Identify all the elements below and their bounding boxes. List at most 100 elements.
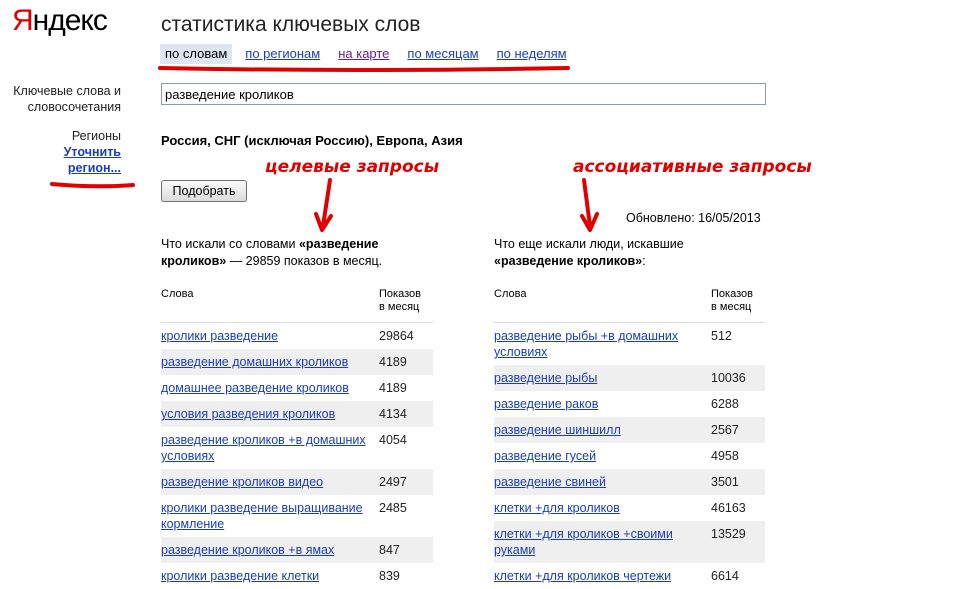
left-title-suffix: — 29859 показов в месяц. (226, 254, 383, 268)
keyword-link[interactable]: разведение кроликов +в ямах (161, 543, 334, 557)
arrow-down-icon (580, 178, 599, 232)
column-header-shows-line1: Показов (711, 288, 753, 300)
shows-count: 46163 (711, 501, 746, 515)
keyword-link[interactable]: домашнее разведение кроликов (161, 381, 349, 395)
keyword-link[interactable]: разведение шиншилл (494, 423, 621, 437)
keyword-link[interactable]: клетки +для кроликов (494, 501, 620, 515)
table-row: разведение домашних кроликов 4189 (161, 349, 433, 375)
shows-count: 6288 (711, 397, 739, 411)
keyword-link[interactable]: клетки +для кроликов +своими руками (494, 527, 673, 557)
keywords-label-line2: словосочетания (27, 100, 121, 114)
table-row: условия разведения кроликов 4134 (161, 401, 433, 427)
selected-regions: Россия, СНГ (исключая Россию), Европа, А… (161, 133, 463, 148)
keywords-label: Ключевые слова и словосочетания (0, 83, 121, 115)
tabs-underline-mark (158, 66, 570, 72)
keyword-link[interactable]: разведение свиней (494, 475, 606, 489)
keyword-link[interactable]: разведение кроликов +в домашних условиях (161, 433, 366, 463)
shows-count: 3501 (711, 469, 765, 495)
logo-letter-ya: Я (12, 4, 34, 37)
column-header-shows-line2: в месяц (379, 301, 420, 313)
table-row: разведение кроликов видео 2497 (161, 469, 433, 495)
shows-count: 13529 (711, 521, 765, 563)
table-row: разведение кроликов +в домашних условиях… (161, 427, 433, 469)
right-title-suffix: : (642, 254, 646, 268)
tab-by-regions[interactable]: по регионам (240, 44, 325, 64)
shows-count: 512 (711, 329, 732, 343)
shows-count: 29864 (379, 329, 414, 343)
updated-date: Обновлено: 16/05/2013 (626, 211, 761, 225)
table-row: разведение рыбы +в домашних условиях 512 (494, 323, 765, 366)
tab-by-weeks[interactable]: по неделям (492, 44, 572, 64)
column-header-shows: Показов в месяц (711, 288, 765, 323)
submit-button[interactable]: Подобрать (161, 180, 247, 202)
right-title-query: «разведение кроликов» (494, 254, 643, 268)
shows-count: 4189 (379, 349, 433, 375)
shows-count: 839 (379, 569, 400, 583)
shows-count: 4189 (379, 381, 407, 395)
table-row: клетки +для кроликов 46163 (494, 495, 765, 521)
shows-count: 4958 (711, 449, 739, 463)
regions-label: Регионы (71, 129, 121, 143)
table-header: Слова Показов в месяц (494, 288, 765, 323)
shows-count: 10036 (711, 365, 765, 391)
keyword-link[interactable]: условия разведения кроликов (161, 407, 335, 421)
table-row: кролики разведение выращивание кормление… (161, 495, 433, 537)
left-keywords-table: Слова Показов в месяц кролики разведение 2… (161, 288, 433, 589)
table-row: кролики разведение 29864 (161, 323, 433, 350)
shows-count: 2497 (379, 469, 433, 495)
left-title-prefix: Что искали со словами (161, 237, 299, 251)
right-keywords-table: Слова Показов в месяц разведение рыбы +в … (494, 288, 765, 589)
keyword-link[interactable]: разведение кроликов видео (161, 475, 323, 489)
column-header-shows-line2: в месяц (711, 301, 752, 313)
table-row: разведение шиншилл 2567 (494, 417, 765, 443)
keyword-link[interactable]: разведение домашних кроликов (161, 355, 348, 369)
tab-bar: по словам по регионам на карте по месяца… (160, 44, 580, 64)
refine-region-link-line2[interactable]: регион... (0, 160, 121, 176)
tab-by-months[interactable]: по месяцам (402, 44, 483, 64)
column-header-shows: Показов в месяц (379, 288, 433, 323)
table-row: разведение свиней 3501 (494, 469, 765, 495)
shows-count: 4134 (379, 401, 433, 427)
shows-count: 847 (379, 537, 433, 563)
keyword-link[interactable]: кролики разведение (161, 329, 278, 343)
column-header-words: Слова (494, 288, 711, 323)
table-row: клетки +для кроликов чертежи 6614 (494, 563, 765, 589)
keywords-label-line1: Ключевые слова и (13, 84, 121, 98)
annotation-associative-queries: ассоциативные запросы (573, 157, 812, 177)
regions-sidebar: Регионы Уточнить регион... (0, 128, 121, 176)
shows-count: 2485 (379, 501, 407, 515)
refine-region-link-line1[interactable]: Уточнить (0, 144, 121, 160)
column-header-shows-line1: Показов (379, 288, 421, 300)
tab-on-map[interactable]: на карте (333, 44, 394, 64)
right-title-prefix: Что еще искали люди, искавшие (494, 237, 684, 251)
column-header-words: Слова (161, 288, 379, 323)
left-column-title: Что искали со словами «разведение кролик… (161, 236, 431, 270)
table-row: домашнее разведение кроликов 4189 (161, 375, 433, 401)
right-column-title: Что еще искали люди, искавшие «разведени… (494, 236, 764, 270)
shows-count: 6614 (711, 569, 739, 583)
keyword-link[interactable]: кролики разведение клетки (161, 569, 319, 583)
tab-by-words[interactable]: по словам (160, 44, 233, 64)
table-row: кролики разведение клетки 839 (161, 563, 433, 589)
table-row: клетки +для кроликов +своими руками 13529 (494, 521, 765, 563)
keyword-link[interactable]: разведение раков (494, 397, 598, 411)
arrow-down-icon (314, 178, 333, 232)
keyword-link[interactable]: разведение гусей (494, 449, 596, 463)
table-row: разведение кроликов +в ямах 847 (161, 537, 433, 563)
table-header: Слова Показов в месяц (161, 288, 433, 323)
keyword-link[interactable]: клетки +для кроликов чертежи (494, 569, 671, 583)
logo-text: ндекс (32, 4, 108, 37)
page-title: статистика ключевых слов (161, 13, 421, 36)
keyword-link[interactable]: кролики разведение выращивание кормление (161, 501, 363, 531)
keyword-link[interactable]: разведение рыбы (494, 371, 597, 385)
shows-count: 2567 (711, 417, 765, 443)
table-row: разведение гусей 4958 (494, 443, 765, 469)
yandex-logo[interactable]: Яндекс (12, 4, 108, 38)
keyword-link[interactable]: разведение рыбы +в домашних условиях (494, 329, 678, 359)
keyword-search-input[interactable] (161, 83, 766, 105)
shows-count: 4054 (379, 433, 407, 447)
annotation-target-queries: целевые запросы (265, 157, 440, 177)
table-row: разведение рыбы 10036 (494, 365, 765, 391)
region-underline-mark (50, 182, 135, 189)
table-row: разведение раков 6288 (494, 391, 765, 417)
